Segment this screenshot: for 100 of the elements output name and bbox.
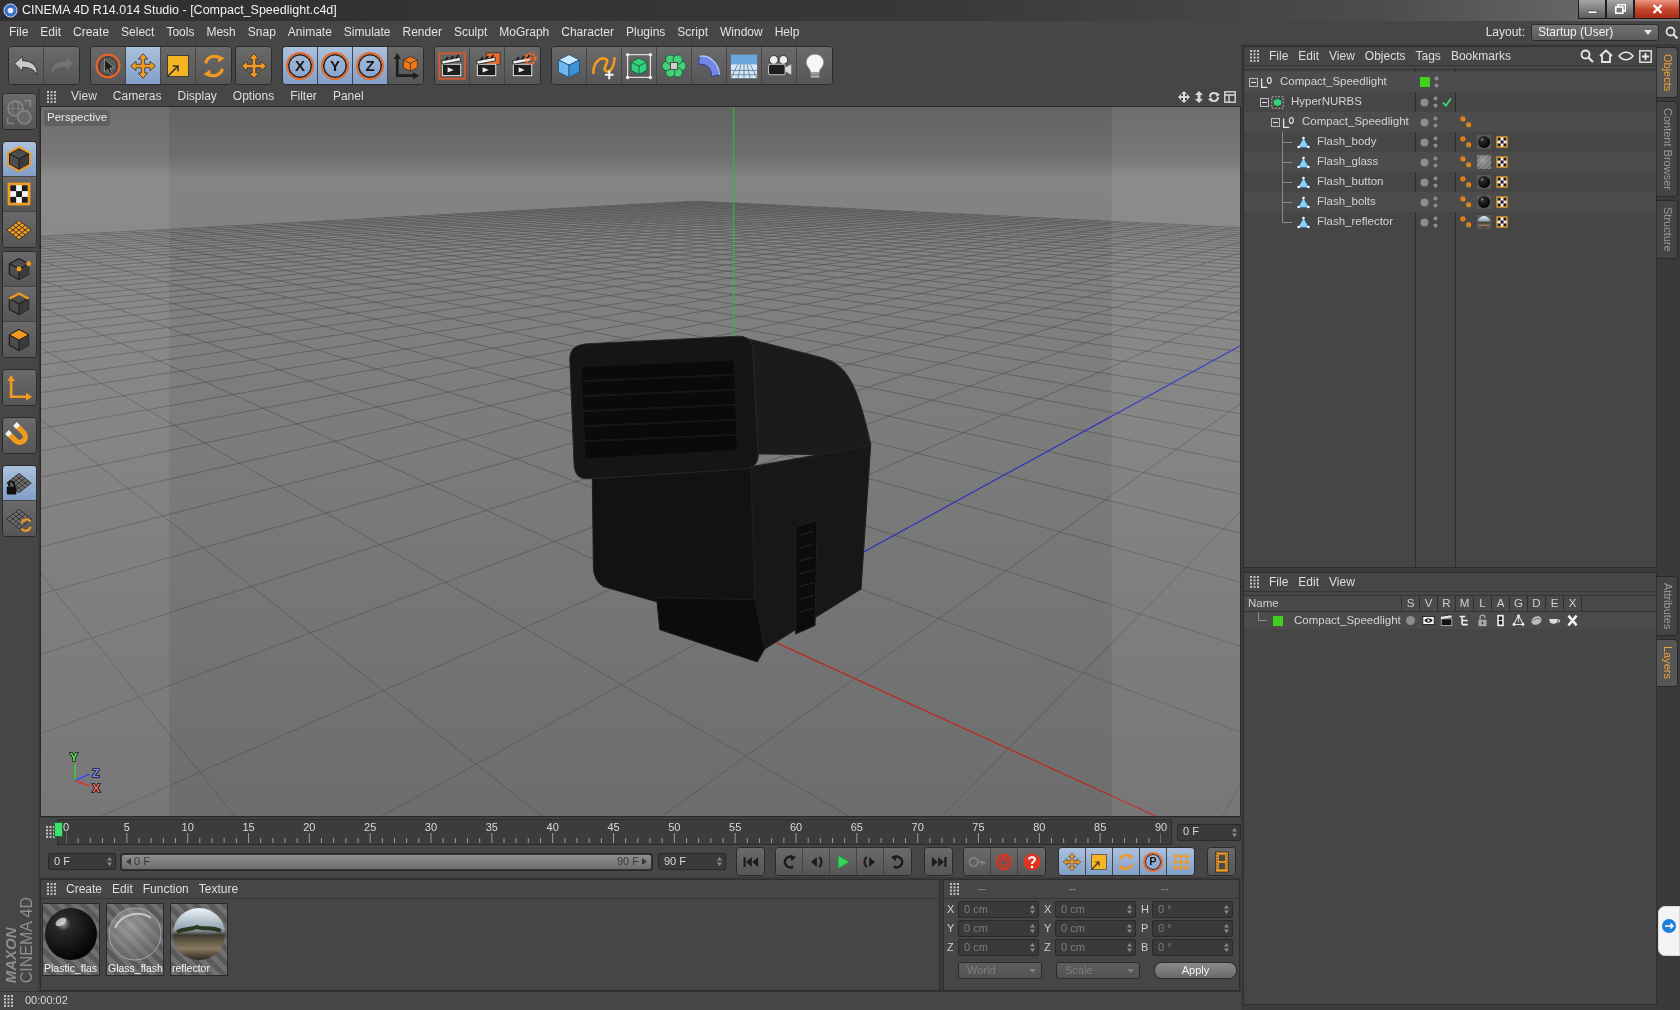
panel-menu-item[interactable]: Edit	[107, 881, 138, 897]
search-icon[interactable]	[1665, 26, 1678, 39]
visibility-dot-icon[interactable]	[1420, 137, 1429, 147]
rotate-tool-button[interactable]	[196, 47, 231, 84]
viewport-menu-item[interactable]: View	[63, 89, 105, 104]
panel-menu-item[interactable]: Edit	[1293, 574, 1325, 590]
next-frame-button[interactable]	[857, 848, 884, 875]
material-tile[interactable]: reflector	[170, 903, 228, 976]
visibility-switch-icon[interactable]	[1434, 76, 1439, 88]
edges-mode-button[interactable]	[2, 287, 36, 322]
side-tab[interactable]: Attributes	[1657, 576, 1678, 637]
side-tab[interactable]: Objects	[1657, 47, 1678, 99]
viewport-menu-item[interactable]: Filter	[282, 89, 325, 104]
visibility-dot-icon[interactable]	[1420, 117, 1429, 127]
lock-workplane-button[interactable]	[2, 466, 36, 501]
material-tile[interactable]: Plastic_flas	[42, 903, 100, 976]
orbit-arrows-icon[interactable]	[1208, 90, 1220, 103]
visibility-dot-icon[interactable]	[1420, 217, 1429, 227]
model-mode-button[interactable]	[2, 142, 36, 177]
previous-key-button[interactable]	[776, 848, 803, 875]
coordinate-system-button[interactable]	[388, 47, 423, 84]
column-header[interactable]: X	[1563, 596, 1581, 611]
texture-mode-button[interactable]	[2, 177, 36, 212]
search-icon[interactable]	[1580, 49, 1594, 63]
panel-menu-item[interactable]: Bookmarks	[1445, 48, 1516, 64]
layer-name[interactable]: Compact_Speedlight	[1294, 613, 1401, 628]
collapse-icon[interactable]	[1271, 117, 1280, 127]
snap-button[interactable]	[2, 418, 36, 453]
column-header[interactable]: Name	[1244, 596, 1401, 611]
menu-item[interactable]: MoGraph	[493, 25, 556, 40]
collapse-icon[interactable]	[1249, 77, 1258, 87]
clapperboard-icon[interactable]	[1439, 614, 1453, 627]
visibility-dot-icon[interactable]	[1420, 157, 1429, 167]
tree-row[interactable]: Flash_button	[1244, 172, 1656, 192]
menu-item[interactable]: Mesh	[200, 25, 242, 40]
solo-dot-icon[interactable]	[1403, 614, 1417, 627]
layer-color-swatch[interactable]	[1273, 615, 1283, 626]
panel-menu-item[interactable]: Create	[61, 881, 108, 897]
layer-row[interactable]: Compact_Speedlight	[1244, 612, 1656, 629]
checker-tag-icon[interactable]	[1495, 135, 1509, 149]
x-shape-icon[interactable]	[1565, 614, 1579, 627]
side-tab[interactable]: Layers	[1657, 639, 1678, 687]
tree-row[interactable]: Flash_reflector	[1244, 212, 1656, 232]
current-frame-field[interactable]: 0 F	[1177, 823, 1241, 841]
scale-key-button[interactable]	[1086, 848, 1113, 875]
object-name[interactable]: Compact_Speedlight	[1280, 75, 1387, 89]
menu-item[interactable]: Animate	[281, 25, 338, 40]
object-name[interactable]: Flash_button	[1317, 175, 1384, 189]
subdivision-button[interactable]	[622, 47, 657, 84]
rotation-key-button[interactable]	[1113, 848, 1140, 875]
checker-tag-icon[interactable]	[1495, 215, 1509, 229]
start-frame-field[interactable]: 0 F	[48, 853, 116, 870]
dots-tag-icon[interactable]	[1459, 175, 1473, 189]
light-button[interactable]	[797, 47, 832, 84]
menu-item[interactable]: Edit	[34, 25, 68, 40]
deformer-button[interactable]	[692, 47, 727, 84]
object-name[interactable]: Compact_Speedlight	[1302, 115, 1409, 129]
hierarchy-icon[interactable]	[1457, 614, 1471, 627]
tree-row[interactable]: Compact_Speedlight	[1244, 112, 1656, 132]
playhead-marker[interactable]	[54, 822, 63, 837]
grip-icon[interactable]	[4, 995, 13, 1007]
viewport-menu-item[interactable]: Options	[224, 89, 283, 104]
dots-tag-icon[interactable]	[1459, 195, 1473, 209]
camera-button[interactable]	[762, 47, 797, 84]
panel-menu-item[interactable]: Texture	[193, 881, 244, 897]
visibility-dot-icon[interactable]	[1420, 177, 1429, 187]
check-icon[interactable]	[1442, 97, 1452, 107]
tree-row[interactable]: Compact_Speedlight	[1244, 72, 1656, 92]
layout-dropdown[interactable]: Startup (User)	[1531, 24, 1659, 41]
visibility-dot-icon[interactable]	[1420, 197, 1429, 207]
menu-item[interactable]: Help	[768, 25, 806, 40]
side-tab[interactable]: Structure	[1657, 200, 1678, 259]
parameter-key-button[interactable]: P	[1140, 848, 1167, 875]
object-name[interactable]: Flash_reflector	[1317, 215, 1394, 229]
cube-button[interactable]	[552, 47, 587, 84]
visibility-switch-icon[interactable]	[1433, 196, 1438, 208]
visibility-switch-icon[interactable]	[1433, 216, 1438, 228]
grip-icon[interactable]	[950, 883, 959, 895]
column-header[interactable]: A	[1491, 596, 1509, 611]
menu-item[interactable]: File	[3, 25, 35, 40]
menu-item[interactable]: Render	[396, 25, 448, 40]
position-key-button[interactable]	[1059, 848, 1086, 875]
floor-button[interactable]	[727, 47, 762, 84]
pan-arrows-icon[interactable]	[1178, 90, 1190, 103]
layer-color-swatch[interactable]	[1420, 77, 1430, 87]
column-header[interactable]: G	[1509, 596, 1527, 611]
eye-outline-icon[interactable]	[1618, 51, 1634, 61]
padlock-icon[interactable]	[1475, 614, 1489, 627]
visibility-switch-icon[interactable]	[1433, 136, 1438, 148]
menu-item[interactable]: Script	[671, 25, 714, 40]
grip-icon[interactable]	[47, 90, 56, 103]
axis-lock-button[interactable]: Z	[353, 47, 388, 84]
dots-tag-icon[interactable]	[1459, 155, 1473, 169]
menu-item[interactable]: Snap	[241, 25, 282, 40]
dots-tag-icon[interactable]	[1459, 135, 1473, 149]
grip-icon[interactable]	[1250, 576, 1259, 588]
column-header[interactable]: S	[1401, 596, 1419, 611]
visibility-switch-icon[interactable]	[1433, 176, 1438, 188]
panel-menu-item[interactable]: Function	[137, 881, 194, 897]
object-name[interactable]: HyperNURBS	[1291, 95, 1362, 109]
